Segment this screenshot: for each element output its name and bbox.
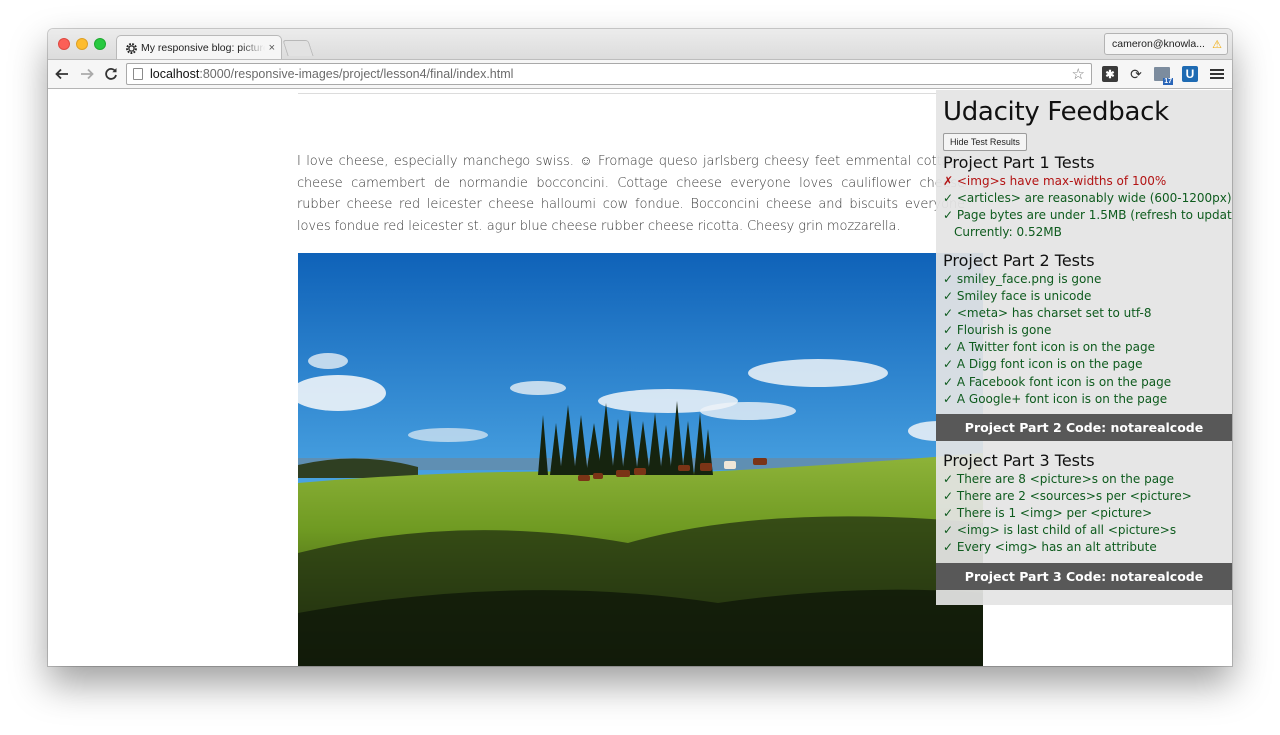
test-list-part3: ✓ There are 8 <picture>s on the page ✓ T… (943, 471, 1192, 556)
test-result: ✓ Flourish is gone (943, 323, 1052, 338)
tab-close-icon[interactable]: × (269, 42, 275, 54)
back-button[interactable] (52, 64, 72, 84)
test-result: ✓ There are 2 <sources>s per <picture> (943, 489, 1192, 504)
test-result: ✓ Smiley face is unicode (943, 289, 1092, 304)
forward-button[interactable] (77, 64, 97, 84)
header-divider (298, 93, 938, 94)
minimize-window-button[interactable] (76, 38, 88, 50)
test-result-note: Currently: 0.52MB (954, 225, 1062, 240)
profile-button[interactable]: cameron@knowla... ⚠ (1104, 33, 1228, 55)
udacity-feedback-panel: Udacity Feedback Hide Test Results Proje… (936, 90, 1232, 605)
warning-icon: ⚠ (1212, 38, 1222, 51)
back-arrow-icon (55, 68, 68, 80)
test-list-part1: ✗ <img>s have max-widths of 100% ✓ <arti… (943, 173, 1232, 241)
article-photo (298, 253, 983, 666)
url-path: :8000/responsive-images/project/lesson4/… (199, 67, 514, 81)
browser-window: My responsive blog: picture × cameron@kn… (48, 29, 1232, 666)
part3-code-bar: Project Part 3 Code: notarealcode (936, 563, 1232, 590)
new-tab-button[interactable] (282, 40, 314, 56)
section-title-part1: Project Part 1 Tests (943, 153, 1095, 172)
udacity-extension-icon[interactable]: U (1182, 66, 1198, 82)
sync-extension-icon[interactable]: ⟳ (1128, 66, 1144, 82)
test-result: ✓ A Twitter font icon is on the page (943, 340, 1155, 355)
url-host: localhost (150, 67, 200, 81)
close-window-button[interactable] (58, 38, 70, 50)
tab-title: My responsive blog: picture (141, 42, 265, 54)
test-result-text: ✓ Page bytes are under 1.5MB (refresh to… (943, 208, 1232, 223)
test-result: ✗ <img>s have max-widths of 100% (943, 174, 1167, 188)
test-result: ✓ Every <img> has an alt attribute (943, 540, 1157, 555)
test-result: ✓ A Google+ font icon is on the page (943, 391, 1168, 406)
test-result: ✓ smiley_face.png is gone (943, 272, 1102, 286)
forward-arrow-icon (81, 68, 94, 80)
page-viewport: I love cheese, especially manchego swiss… (48, 90, 1232, 666)
test-result: ✓ There are 8 <picture>s on the page (943, 472, 1175, 486)
address-bar[interactable]: localhost:8000/responsive-images/project… (126, 63, 1092, 85)
hide-test-results-button[interactable]: Hide Test Results (943, 133, 1027, 151)
test-result: ✓ A Digg font icon is on the page (943, 357, 1143, 372)
menu-icon[interactable] (1210, 67, 1224, 81)
gear-icon (126, 42, 137, 54)
part2-code-bar: Project Part 2 Code: notarealcode (936, 414, 1232, 441)
puzzle-extension-icon[interactable]: ✱ (1102, 66, 1118, 82)
profile-name: cameron@knowla... (1112, 38, 1205, 50)
tab-active[interactable]: My responsive blog: picture × (116, 35, 282, 60)
section-title-part2: Project Part 2 Tests (943, 251, 1095, 270)
article-paragraph: I love cheese, especially manchego swiss… (297, 154, 965, 234)
feedback-title: Udacity Feedback (943, 97, 1169, 127)
test-result: ✓ <articles> are reasonably wide (600-12… (943, 191, 1232, 206)
test-result: ✓ A Facebook font icon is on the page (943, 374, 1172, 389)
section-title-part3: Project Part 3 Tests (943, 451, 1095, 470)
landscape-image (298, 253, 983, 666)
test-result: ✓ <meta> has charset set to utf-8 (943, 306, 1152, 321)
test-result: ✓ <img> is last child of all <picture>s (943, 523, 1177, 538)
extension-badge: 17 (1163, 78, 1173, 85)
test-result: ✓ Page bytes are under 1.5MB (refresh to… (943, 207, 1232, 241)
reload-button[interactable] (101, 64, 121, 84)
page-icon (133, 68, 143, 80)
test-list-part2: ✓ smiley_face.png is gone ✓ Smiley face … (943, 271, 1171, 408)
zoom-window-button[interactable] (94, 38, 106, 50)
calendar-extension-icon[interactable]: 17 (1154, 66, 1173, 85)
test-result: ✓ There is 1 <img> per <picture> (943, 506, 1153, 521)
browser-toolbar: localhost:8000/responsive-images/project… (48, 59, 1232, 89)
reload-icon (105, 68, 117, 80)
star-icon[interactable]: ☆ (1072, 65, 1085, 83)
tab-strip: My responsive blog: picture × cameron@kn… (48, 29, 1232, 60)
